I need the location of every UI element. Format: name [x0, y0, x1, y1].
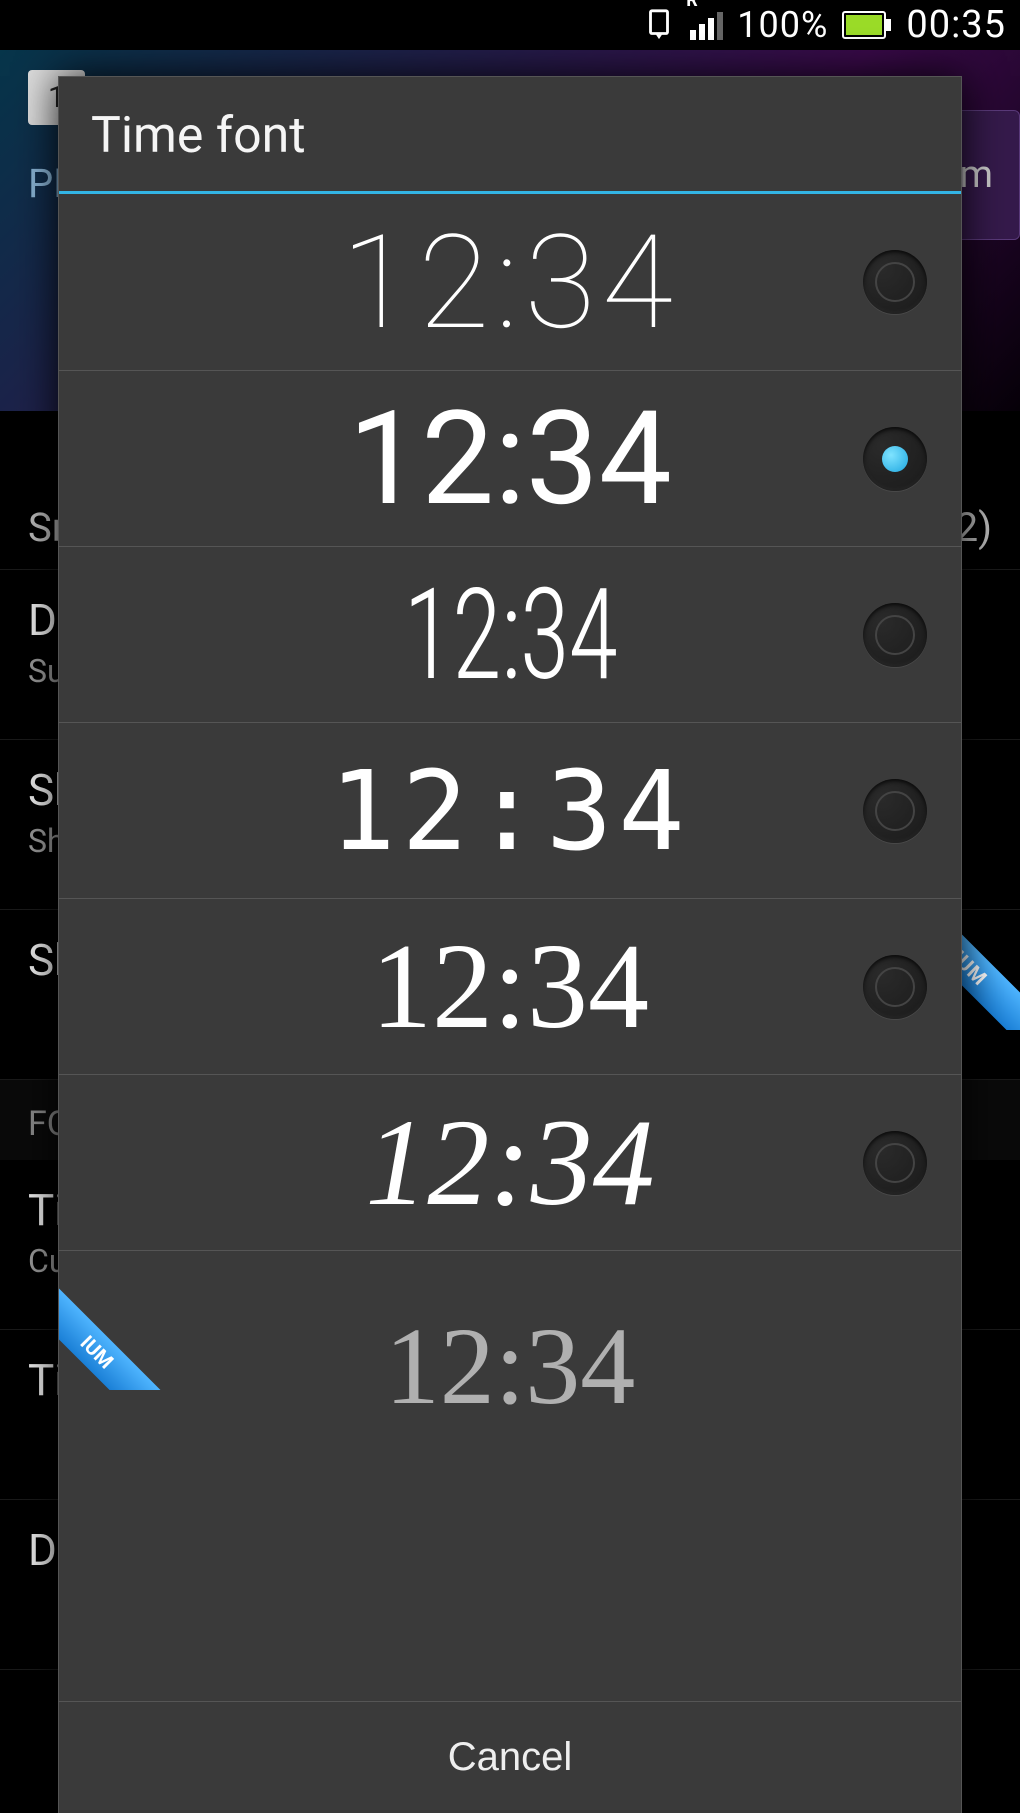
- font-sample: 12:34: [59, 206, 961, 359]
- battery-percent: 100%: [737, 4, 828, 46]
- font-sample: 12:34: [59, 1303, 961, 1430]
- status-clock: 00:35: [906, 3, 1006, 47]
- font-option-serif[interactable]: 12:34: [59, 1074, 961, 1250]
- font-option-list[interactable]: 12:34 12:34 12:34 12:34 12:34 12:34 12:3…: [59, 194, 961, 1701]
- font-sample: 12:34: [59, 747, 961, 875]
- radio-icon[interactable]: [863, 1131, 927, 1195]
- dialog-footer: Cancel: [59, 1701, 961, 1813]
- font-option-script[interactable]: 12:34 IUM: [59, 1250, 961, 1390]
- time-font-dialog: Time font 12:34 12:34 12:34 12:34 12:34 …: [58, 76, 962, 1813]
- font-option-thin[interactable]: 12:34: [59, 194, 961, 370]
- font-option-slab[interactable]: 12:34: [59, 898, 961, 1074]
- font-sample: 12:34: [59, 917, 961, 1057]
- radio-icon[interactable]: [863, 250, 927, 314]
- font-option-regular[interactable]: 12:34: [59, 370, 961, 546]
- font-sample: 12:34: [140, 561, 880, 709]
- font-option-lcd[interactable]: 12:34: [59, 722, 961, 898]
- radio-icon[interactable]: [863, 427, 927, 491]
- status-bar: R 100% 00:35: [0, 0, 1020, 50]
- radio-icon[interactable]: [863, 779, 927, 843]
- radio-icon[interactable]: [863, 603, 927, 667]
- dialog-title: Time font: [59, 77, 961, 191]
- signal-icon: R: [690, 10, 723, 40]
- radio-icon[interactable]: [863, 955, 927, 1019]
- font-option-condensed[interactable]: 12:34: [59, 546, 961, 722]
- battery-icon: [842, 11, 892, 39]
- font-sample: 12:34: [59, 1092, 961, 1234]
- font-sample: 12:34: [59, 382, 961, 535]
- cancel-button[interactable]: Cancel: [59, 1702, 961, 1813]
- usb-debug-icon: [642, 8, 676, 42]
